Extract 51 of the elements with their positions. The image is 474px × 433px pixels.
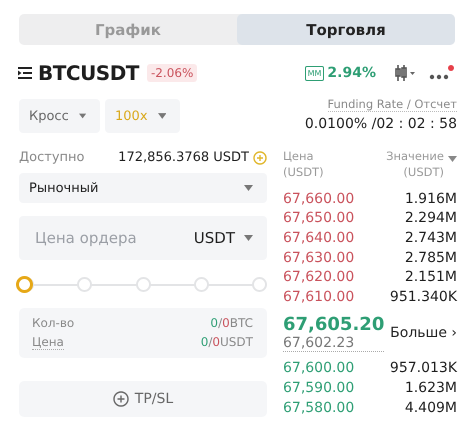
available-label: Доступно [19,150,84,165]
menu-icon[interactable] [18,67,32,79]
ask-price: 67,620.00 [283,269,354,286]
caret-icon [244,235,253,241]
column-header: Значение (USDT) [386,149,444,180]
order-type-dropdown[interactable]: Рыночный [19,173,267,203]
symbol-name[interactable]: BTCUSDT [38,61,139,85]
bid-price: 67,600.00 [283,360,354,376]
ask-price: 67,610.00 [283,288,354,305]
tpsl-button[interactable]: TP/SL [19,381,267,417]
bid-amount: 1.623M [404,380,457,396]
ask-price: 67,640.00 [283,230,354,246]
available-balance: 172,856.3768 USDT [118,150,249,165]
bid-amount: 4.409M [404,400,457,416]
price-field[interactable]: Цена ордера USDT [19,216,267,260]
summary-value: 0/0BTC [210,316,253,330]
ask-price: 67,630.00 [283,250,354,266]
bid-amount: 957.013K [390,360,457,376]
caret-icon [244,185,253,191]
amount-slider[interactable] [19,276,267,294]
change-badge: -2.06% [146,64,198,82]
funding-label: Funding Rate / Отсчет [328,97,457,112]
more-icon[interactable] [429,65,455,81]
candlestick-icon[interactable] [395,64,417,82]
caret-icon[interactable] [448,156,457,162]
ask-amount: 2.743M [404,230,457,246]
more-link[interactable]: Больше › [390,324,457,341]
summary-value: 0/0USDT [200,335,253,350]
mark-price: 67,602.23 [283,334,384,352]
caret-icon [158,113,166,119]
ask-price: 67,650.00 [283,210,354,226]
last-price: 67,605.20 [283,314,384,335]
margin-ratio: 2.94% [327,65,376,81]
margin-mode-dropdown[interactable]: Кросс [19,99,100,133]
ask-amount: 2.151M [404,269,457,286]
funding-value: 0.0100% /02 : 02 : 58 [304,116,457,132]
summary-label: Кол-во [32,316,74,330]
bid-price: 67,580.00 [283,400,354,416]
mm-badge: MM [304,66,324,80]
ask-amount: 2.785M [404,250,457,266]
column-header: Цена (USDT) [283,149,324,180]
caret-icon [78,113,86,119]
ask-amount: 1.916M [404,190,457,207]
ask-price: 67,660.00 [283,190,354,207]
ask-amount: 2.294M [404,210,457,226]
bid-price: 67,590.00 [283,380,354,396]
summary-label: Цена [32,335,64,350]
add-icon [112,391,129,407]
unit-dropdown[interactable]: USDT [194,229,253,247]
tab[interactable]: Торговля [237,14,455,45]
ask-amount: 951.340K [390,288,457,305]
